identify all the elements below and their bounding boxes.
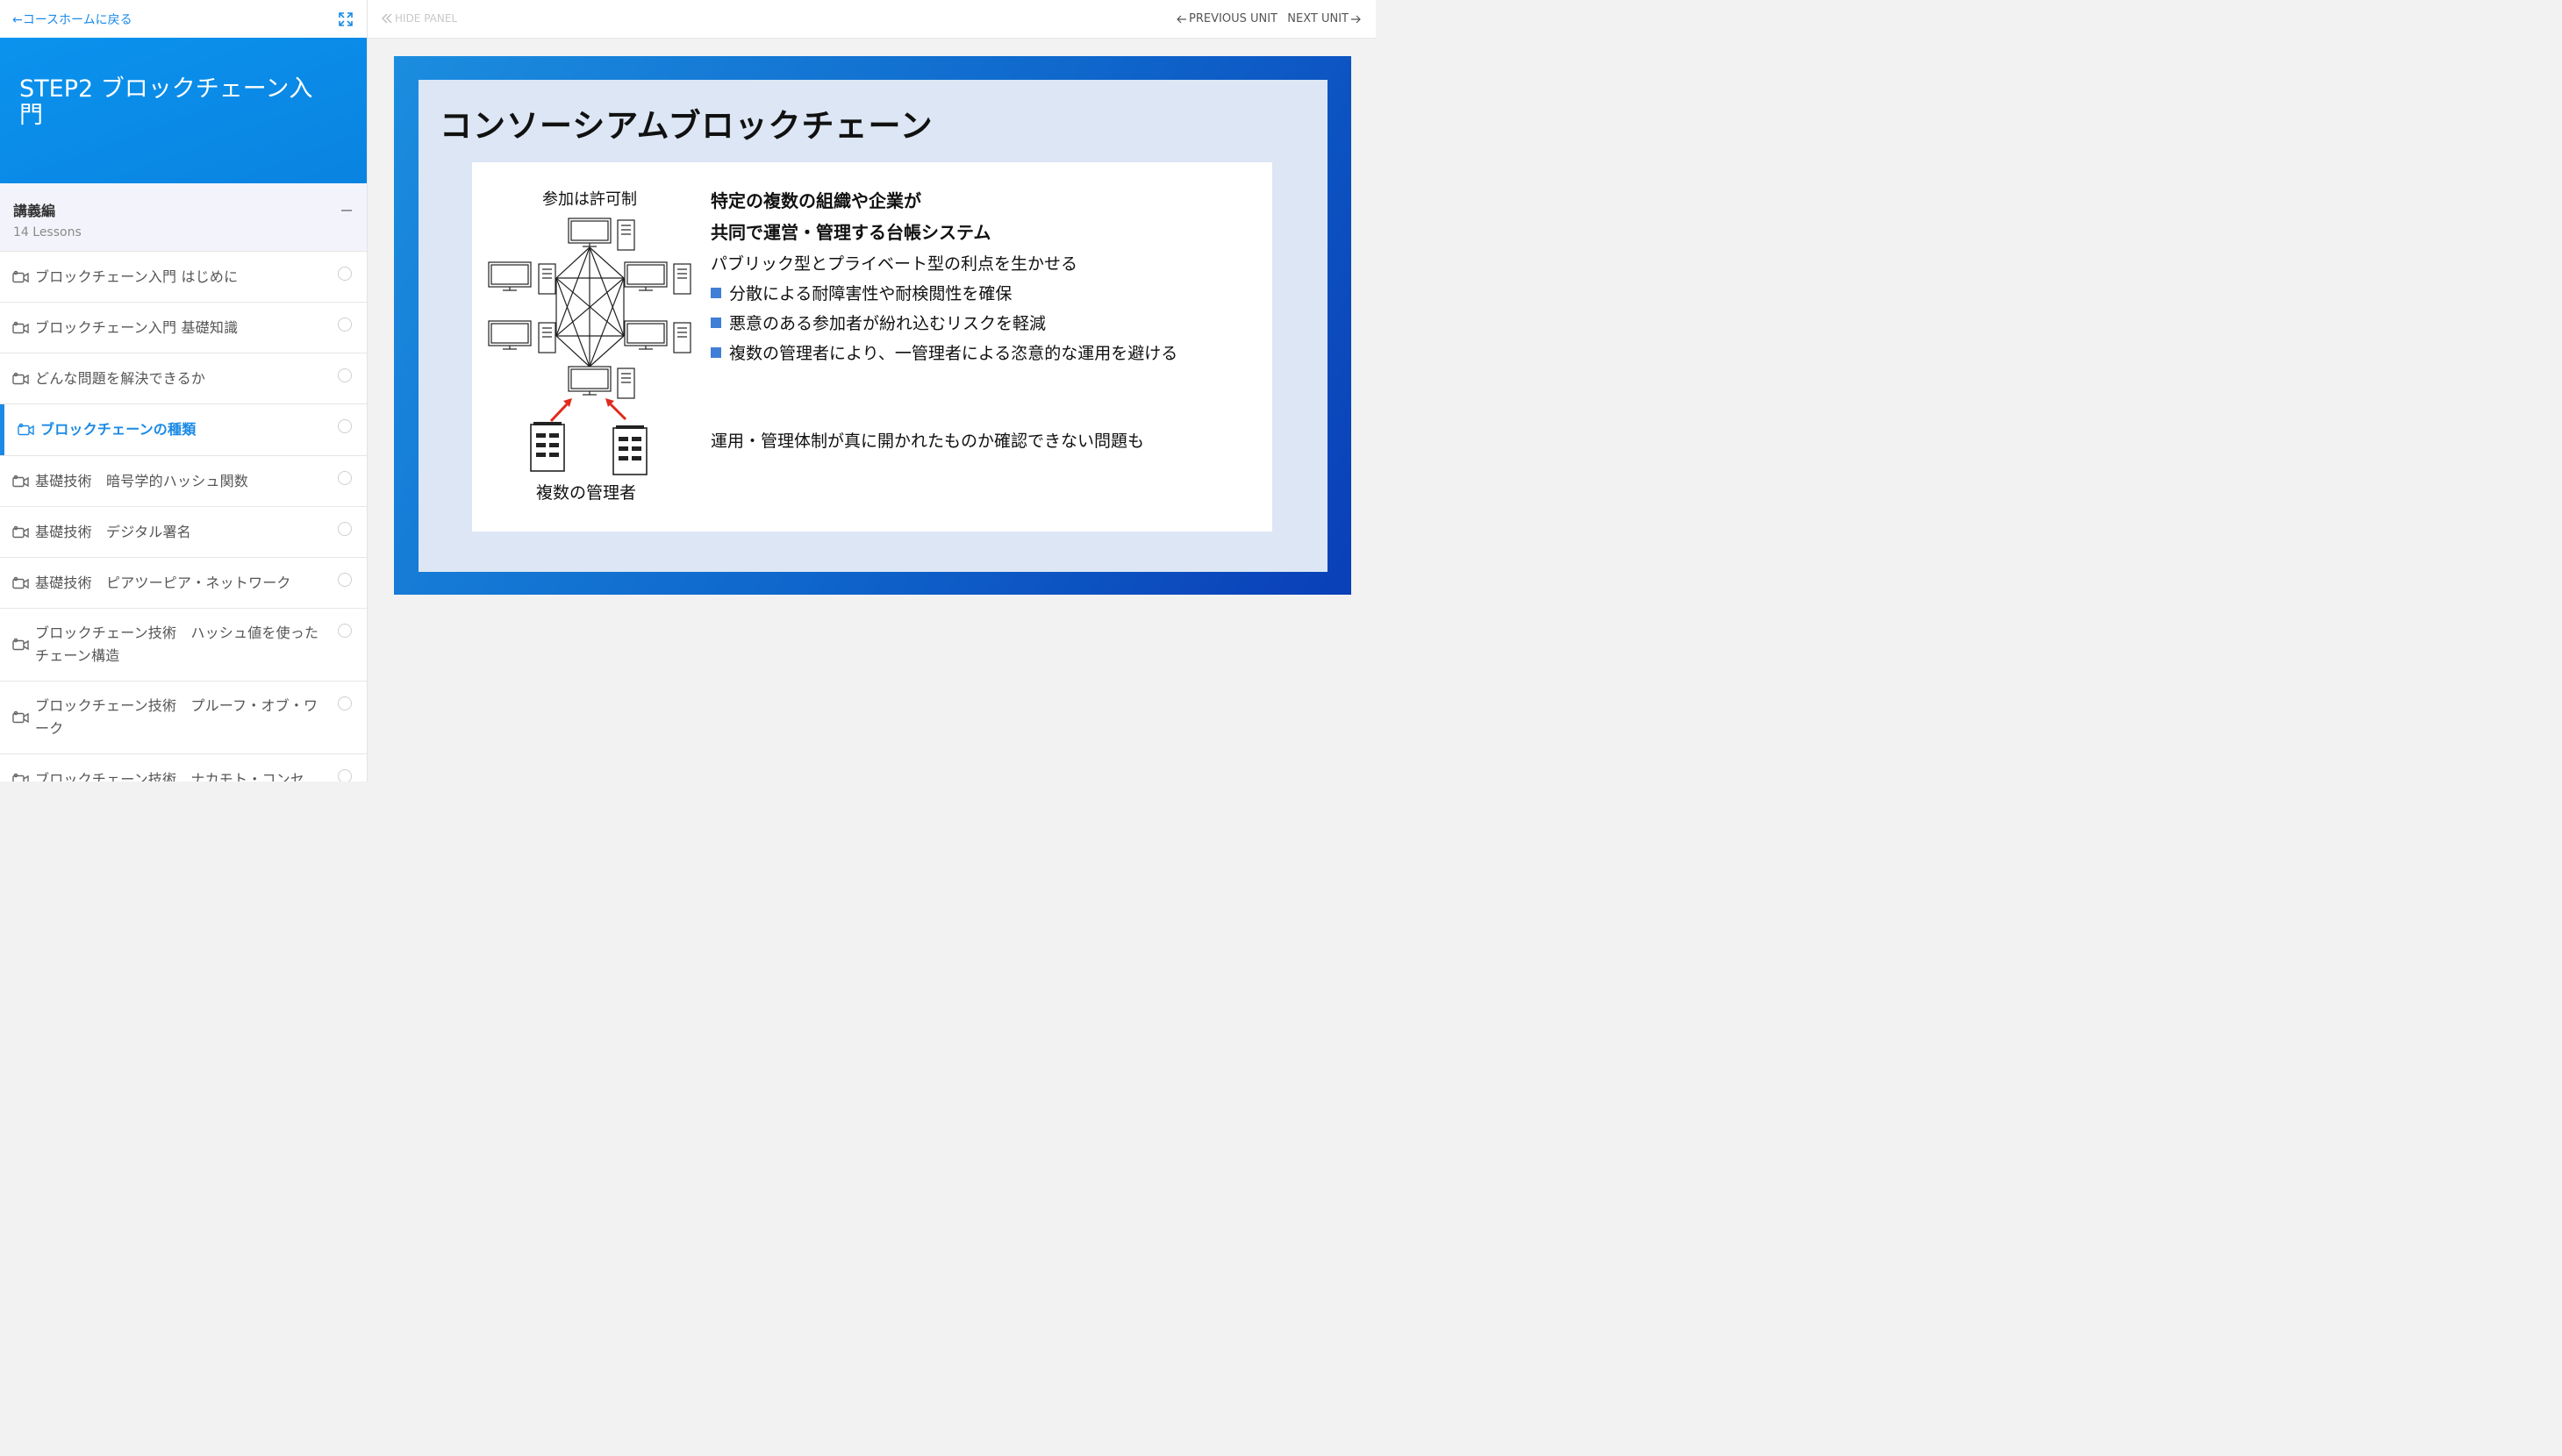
- completion-circle-icon: [338, 624, 352, 638]
- back-to-course-home-label: ←コースホームに戻る: [12, 12, 132, 27]
- completion-circle-icon: [338, 573, 352, 587]
- bullet-item: 分散による耐障害性や耐検閲性を確保: [711, 281, 1012, 304]
- computer-icon: [568, 218, 635, 251]
- course-sidebar: ←コースホームに戻る STEP2 ブロックチェーン入門 講義編 14 Lesso…: [0, 0, 368, 782]
- bullet-square-icon: [711, 317, 721, 328]
- benefit-text: パブリック型とプライベート型の利点を生かせる: [711, 254, 1078, 274]
- collapse-section-icon[interactable]: [341, 203, 352, 213]
- slide-content-card: 参加は許可制 複数の管理者 特定の複数の組織や企業が 共同で運営・管理する台帳シ…: [472, 162, 1272, 532]
- completion-circle-icon: [338, 471, 352, 485]
- lesson-item[interactable]: 基礎技術 デジタル署名: [0, 507, 367, 558]
- hide-panel-button[interactable]: HIDE PANEL: [382, 12, 457, 25]
- expand-icon[interactable]: [337, 11, 354, 28]
- lesson-label: ブロックチェーン技術 ナカモト・コンセ: [35, 771, 305, 782]
- slide-headline-2: 共同で運営・管理する台帳システム: [711, 222, 991, 243]
- lesson-item[interactable]: ブロックチェーン技術 プルーフ・オブ・ワーク: [0, 682, 367, 754]
- video-camera-icon: [12, 576, 29, 589]
- bullet-text: 複数の管理者により、一管理者による恣意的な運用を避ける: [729, 344, 1178, 363]
- lesson-list: ブロックチェーン入門 はじめに ブロックチェーン入門 基礎知識 どんな問題を解決…: [0, 252, 367, 782]
- bullet-item: 悪意のある参加者が紛れ込むリスクを軽減: [711, 310, 1046, 334]
- video-camera-icon: [12, 475, 29, 487]
- back-to-course-home-link[interactable]: ←コースホームに戻る: [12, 11, 132, 28]
- next-unit-button[interactable]: NEXT UNIT: [1287, 12, 1361, 25]
- arrow-right-icon: [1351, 15, 1361, 23]
- video-camera-icon: [12, 773, 29, 782]
- office-building-icon: [612, 425, 648, 475]
- computer-icon: [488, 261, 556, 295]
- permission-label: 参加は許可制: [542, 190, 637, 209]
- next-unit-label: NEXT UNIT: [1287, 12, 1349, 25]
- unit-navigation-bar: HIDE PANEL PREVIOUS UNIT NEXT UNIT: [368, 0, 1376, 39]
- course-title: STEP2 ブロックチェーン入門: [19, 75, 313, 129]
- computer-icon: [624, 320, 691, 353]
- course-banner: STEP2 ブロックチェーン入門: [0, 38, 367, 183]
- lesson-label: ブロックチェーン技術 ハッシュ値を使ったチェーン構造: [35, 625, 319, 664]
- video-camera-icon: [18, 423, 34, 436]
- computer-icon: [488, 320, 556, 353]
- slide-title: コンソーシアムブロックチェーン: [440, 107, 934, 145]
- bullet-item: 複数の管理者により、一管理者による恣意的な運用を避ける: [711, 340, 1177, 364]
- bullet-text: 悪意のある参加者が紛れ込むリスクを軽減: [729, 314, 1047, 333]
- double-chevron-left-icon: [382, 13, 392, 24]
- slide-headline-1: 特定の複数の組織や企業が: [711, 190, 921, 211]
- bullet-square-icon: [711, 346, 721, 358]
- previous-unit-label: PREVIOUS UNIT: [1189, 12, 1277, 25]
- office-building-icon: [530, 422, 565, 472]
- red-arrow-icon: [549, 398, 627, 423]
- bullet-text: 分散による耐障害性や耐検閲性を確保: [729, 284, 1013, 303]
- bullet-square-icon: [711, 287, 721, 298]
- lesson-label: 基礎技術 暗号学的ハッシュ関数: [35, 472, 249, 489]
- arrow-left-icon: [1177, 15, 1187, 23]
- section-title: 講義編: [13, 203, 56, 219]
- sidebar-top-bar: ←コースホームに戻る: [0, 0, 367, 38]
- computer-icon: [624, 261, 691, 295]
- lesson-item[interactable]: どんな問題を解決できるか: [0, 353, 367, 404]
- video-camera-icon: [12, 270, 29, 282]
- lesson-item-active[interactable]: ブロックチェーンの種類: [0, 404, 367, 456]
- video-camera-icon: [12, 525, 29, 538]
- lesson-item[interactable]: 基礎技術 暗号学的ハッシュ関数: [0, 456, 367, 507]
- completion-circle-icon: [338, 769, 352, 782]
- video-camera-icon: [12, 372, 29, 384]
- lesson-label: ブロックチェーンの種類: [40, 421, 197, 438]
- lesson-item[interactable]: ブロックチェーン技術 ナカモト・コンセ: [0, 754, 367, 782]
- completion-circle-icon: [338, 368, 352, 382]
- completion-circle-icon: [338, 318, 352, 332]
- problem-text: 運用・管理体制が真に開かれたものか確認できない問題も: [711, 432, 1145, 451]
- lesson-label: 基礎技術 デジタル署名: [35, 523, 191, 540]
- section-header[interactable]: 講義編 14 Lessons: [0, 183, 367, 252]
- lesson-item[interactable]: ブロックチェーン入門 はじめに: [0, 252, 367, 303]
- hide-panel-label: HIDE PANEL: [395, 12, 458, 25]
- lesson-label: ブロックチェーン入門 はじめに: [35, 268, 239, 285]
- section-lesson-count: 14 Lessons: [13, 225, 82, 239]
- lecture-slide: コンソーシアムブロックチェーン 参加は許可制 複数の管理者 特定の複数の組織や企…: [394, 56, 1351, 595]
- video-camera-icon: [12, 710, 29, 724]
- admins-label: 複数の管理者: [536, 483, 637, 503]
- completion-circle-icon: [338, 267, 352, 281]
- previous-unit-button[interactable]: PREVIOUS UNIT: [1177, 12, 1277, 25]
- video-camera-icon: [12, 638, 29, 651]
- slide-panel: コンソーシアムブロックチェーン 参加は許可制 複数の管理者 特定の複数の組織や企…: [419, 80, 1328, 572]
- completion-circle-icon: [338, 696, 352, 710]
- completion-circle-icon: [338, 522, 352, 536]
- lesson-label: ブロックチェーン技術 プルーフ・オブ・ワーク: [35, 697, 318, 737]
- lesson-label: ブロックチェーン入門 基礎知識: [35, 318, 239, 336]
- video-camera-icon: [12, 321, 29, 333]
- lesson-item[interactable]: 基礎技術 ピアツーピア・ネットワーク: [0, 558, 367, 609]
- lesson-label: どんな問題を解決できるか: [35, 369, 206, 387]
- lesson-item[interactable]: ブロックチェーン技術 ハッシュ値を使ったチェーン構造: [0, 609, 367, 682]
- network-mesh-lines: [555, 246, 625, 368]
- lesson-item[interactable]: ブロックチェーン入門 基礎知識: [0, 303, 367, 353]
- computer-icon: [568, 366, 635, 399]
- lesson-label: 基礎技術 ピアツーピア・ネットワーク: [35, 574, 291, 591]
- completion-circle-icon: [338, 419, 352, 433]
- consortium-network-diagram: [488, 218, 691, 475]
